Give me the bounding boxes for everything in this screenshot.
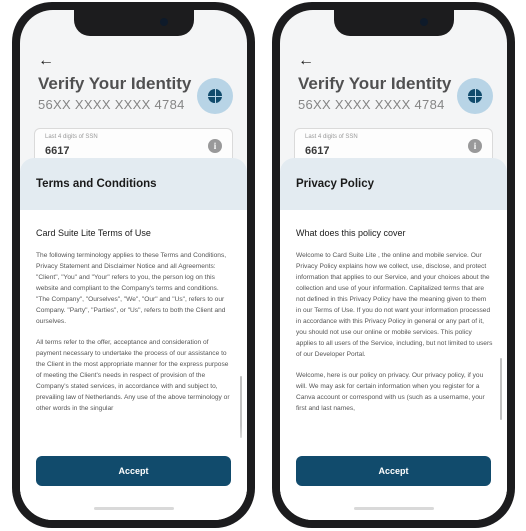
ssn-label: Last 4 digits of SSN [45, 134, 98, 140]
card-logo-icon [457, 78, 493, 114]
card-number: 56XX XXXX XXXX 4784 [298, 97, 445, 112]
terms-sheet: Terms and Conditions Card Suite Lite Ter… [20, 158, 247, 520]
ssn-value: 6617 [45, 145, 70, 157]
home-indicator [353, 507, 434, 510]
paragraph: All terms refer to the offer, acceptance… [36, 339, 230, 412]
phone-terms: ← Verify Your Identity 56XX XXXX XXXX 47… [12, 2, 255, 528]
notch [73, 10, 194, 36]
accept-button[interactable]: Accept [296, 456, 491, 486]
camera-icon [159, 18, 168, 26]
sheet-subtitle: What does this policy cover [296, 228, 406, 238]
sheet-title: Privacy Policy [280, 158, 507, 210]
card-logo-icon [197, 78, 233, 114]
paragraph: Welcome to Card Suite Lite , the online … [296, 252, 493, 358]
card-number: 56XX XXXX XXXX 4784 [38, 97, 185, 112]
page-title: Verify Your Identity [38, 74, 192, 93]
accept-button[interactable]: Accept [36, 456, 231, 486]
paragraph: The following terminology applies to the… [36, 252, 227, 325]
camera-icon [419, 18, 428, 26]
scrollbar[interactable] [500, 358, 502, 420]
paragraph: Welcome, here is our policy on privacy. … [296, 372, 485, 412]
ssn-label: Last 4 digits of SSN [305, 134, 358, 140]
sheet-content[interactable]: What does this policy cover Welcome to C… [280, 210, 507, 414]
screen-terms: ← Verify Your Identity 56XX XXXX XXXX 47… [20, 10, 247, 520]
ssn-value: 6617 [305, 145, 330, 157]
sheet-subtitle: Card Suite Lite Terms of Use [36, 228, 151, 238]
sheet-content[interactable]: Card Suite Lite Terms of Use The followi… [20, 210, 247, 414]
notch [333, 10, 454, 36]
page-title: Verify Your Identity [298, 74, 452, 93]
sheet-title: Terms and Conditions [20, 158, 247, 210]
home-indicator [93, 507, 174, 510]
info-icon[interactable]: i [468, 139, 482, 153]
phone-privacy: ← Verify Your Identity 56XX XXXX XXXX 47… [272, 2, 515, 528]
back-arrow-icon[interactable]: ← [298, 52, 314, 70]
info-icon[interactable]: i [208, 139, 222, 153]
back-arrow-icon[interactable]: ← [38, 52, 54, 70]
privacy-sheet: Privacy Policy What does this policy cov… [280, 158, 507, 520]
screen-privacy: ← Verify Your Identity 56XX XXXX XXXX 47… [280, 10, 507, 520]
